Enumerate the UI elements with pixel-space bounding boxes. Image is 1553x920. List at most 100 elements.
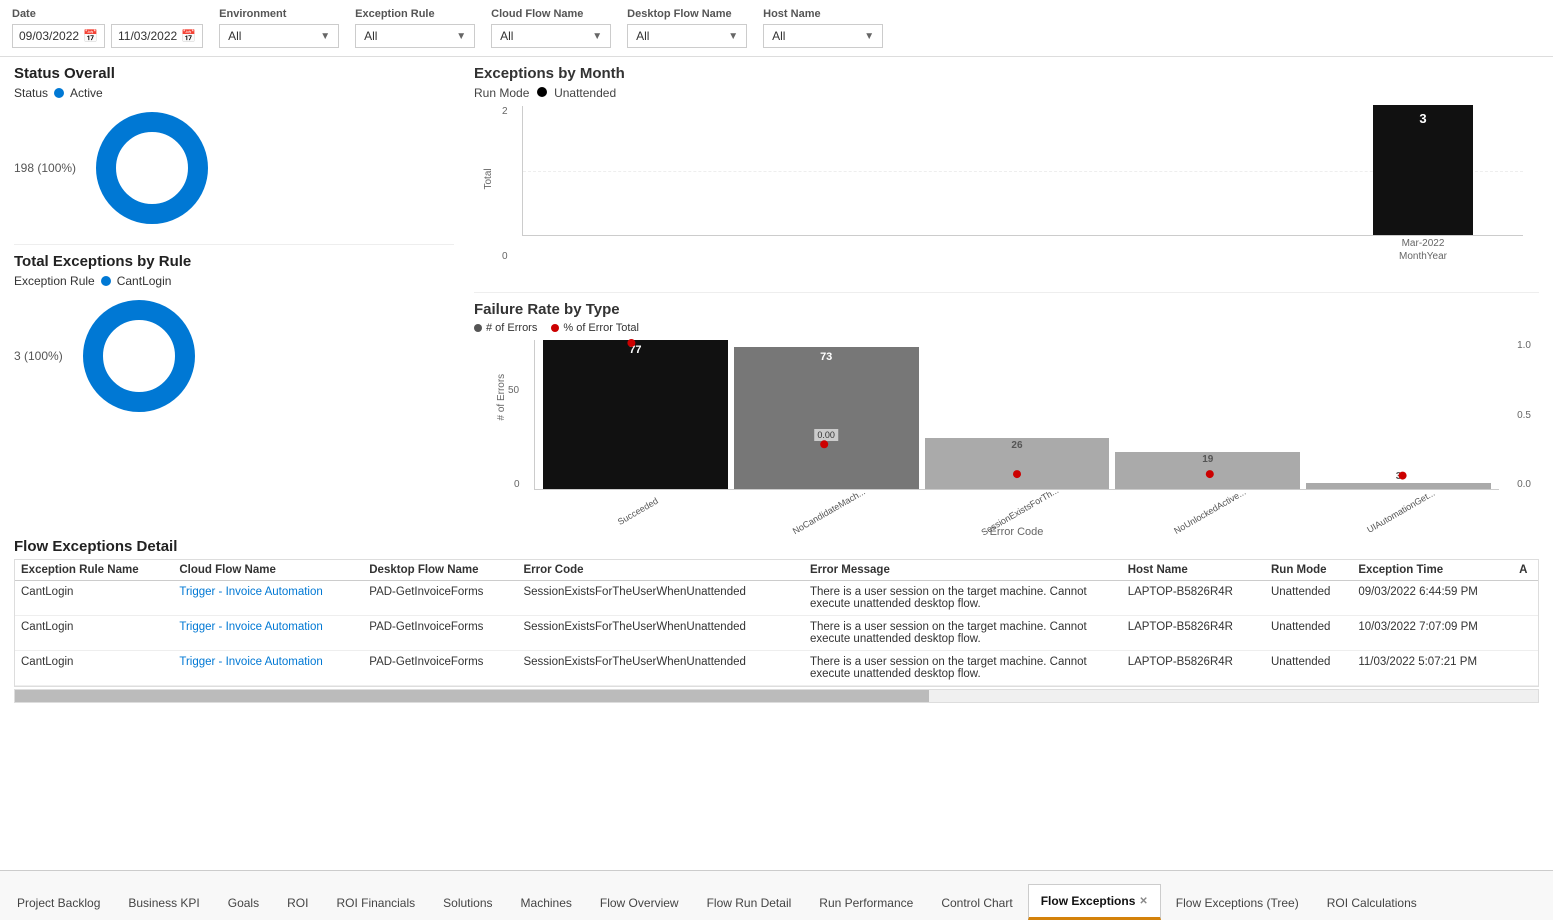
tab-label: Machines [521,896,572,910]
tab-label: Goals [228,896,259,910]
cell-cloud-flow[interactable]: Trigger - Invoice Automation [173,651,363,686]
cell-exception-rule: CantLogin [15,581,173,616]
date-start-value: 09/03/2022 [19,29,79,43]
tab-flow-run-detail[interactable]: Flow Run Detail [694,884,805,920]
col-desktop-flow: Desktop Flow Name [363,560,517,581]
col-a: A [1513,560,1538,581]
x-axis-monthyear: MonthYear [1373,251,1473,262]
failure-y-label: # of Errors [496,374,507,421]
tab-roi-calculations[interactable]: ROI Calculations [1314,884,1430,920]
run-mode-value: Unattended [554,86,616,100]
exceptions-by-month-section: Exceptions by Month Run Mode Unattended … [474,65,1539,293]
tab-close-icon[interactable]: ✕ [1139,896,1147,907]
cloud-flow-filter-group: Cloud Flow Name All ▼ [491,8,611,48]
cell-cloud-flow[interactable]: Trigger - Invoice Automation [173,616,363,651]
tab-business-kpi[interactable]: Business KPI [115,884,212,920]
tab-roi-financials[interactable]: ROI Financials [323,884,428,920]
legend-errors: # of Errors [474,322,537,334]
host-name-filter-group: Host Name All ▼ [763,8,883,48]
desktop-flow-label: Desktop Flow Name [627,8,747,20]
x-tick-mar2022: Mar-2022 MonthYear [1373,238,1473,262]
right-y-0: 0.0 [1517,479,1531,490]
environment-dropdown[interactable]: All ▼ [219,24,339,48]
cell-run-mode: Unattended [1265,616,1352,651]
right-y-05: 0.5 [1517,410,1531,421]
tab-label: Control Chart [941,896,1012,910]
date-filter-group: Date 09/03/2022 📅 11/03/2022 📅 [12,8,203,48]
chevron-down-icon: ▼ [592,31,602,42]
tab-control-chart[interactable]: Control Chart [928,884,1025,920]
tab-goals[interactable]: Goals [215,884,272,920]
desktop-flow-value: All [636,29,649,43]
bar-succeeded-value: 77 [629,344,641,356]
status-label: Status [14,86,48,100]
cell-error-message: There is a user session on the target ma… [804,581,1122,616]
tab-solutions[interactable]: Solutions [430,884,505,920]
tab-project-backlog[interactable]: Project Backlog [4,884,113,920]
cell-run-mode: Unattended [1265,651,1352,686]
bar-nocandidatemach: 73 0.00 NoCandidateMach... [734,340,919,489]
status-overall-section: Status Overall Status Active 198 (100%) [14,65,454,245]
col-error-code: Error Code [517,560,804,581]
errors-legend-label: # of Errors [486,322,537,334]
cell-error-code: SessionExistsForTheUserWhenUnattended [517,651,804,686]
cell-error-message: There is a user session on the target ma… [804,651,1122,686]
flow-exceptions-detail-section: Flow Exceptions Detail Exception Rule Na… [14,538,1539,703]
col-error-message: Error Message [804,560,1122,581]
rule-donut-chart [79,296,199,416]
cell-desktop-flow: PAD-GetInvoiceForms [363,581,517,616]
rule-dot [101,276,111,286]
tab-roi[interactable]: ROI [274,884,321,920]
right-charts-column: Exceptions by Month Run Mode Unattended … [474,65,1539,530]
host-name-label: Host Name [763,8,883,20]
failure-rate-section: Failure Rate by Type # of Errors % of Er… [474,293,1539,490]
flow-exceptions-table-wrapper[interactable]: Exception Rule Name Cloud Flow Name Desk… [14,559,1539,687]
exceptions-month-title: Exceptions by Month [474,65,1539,82]
tab-bar: Project Backlog Business KPI Goals ROIROI F… [0,870,1553,920]
month-bar-value: 3 [1419,111,1426,126]
cloud-flow-dropdown[interactable]: All ▼ [491,24,611,48]
tab-label: Run Performance [819,896,913,910]
date-end-input[interactable]: 11/03/2022 📅 [111,24,203,48]
right-y-1: 1.0 [1517,340,1531,351]
cell-a [1513,651,1538,686]
tab-label: Project Backlog [17,896,100,910]
cell-cloud-flow[interactable]: Trigger - Invoice Automation [173,581,363,616]
chevron-down-icon: ▼ [864,31,874,42]
desktop-flow-dropdown[interactable]: All ▼ [627,24,747,48]
y-axis-label-total: Total [483,168,494,189]
horizontal-scrollbar[interactable] [14,689,1539,703]
table-row[interactable]: CantLogin Trigger - Invoice Automation P… [15,616,1538,651]
tab-flow-exceptions[interactable]: Flow Exceptions✕ [1028,884,1161,920]
tab-label: Business KPI [128,896,199,910]
right-y-axis: 1.0 0.5 0.0 [1517,340,1531,490]
tab-flow-exceptions-tree[interactable]: Flow Exceptions (Tree) [1163,884,1312,920]
chevron-down-icon: ▼ [728,31,738,42]
failure-rate-title: Failure Rate by Type [474,301,1539,318]
status-overall-title: Status Overall [14,65,454,82]
chevron-down-icon: ▼ [456,31,466,42]
col-exception-rule: Exception Rule Name [15,560,173,581]
tab-flow-overview[interactable]: Flow Overview [587,884,692,920]
cloud-flow-value: All [500,29,513,43]
exception-rule-filter-group: Exception Rule All ▼ [355,8,475,48]
table-row[interactable]: CantLogin Trigger - Invoice Automation P… [15,651,1538,686]
exception-rule-dropdown[interactable]: All ▼ [355,24,475,48]
tab-label: Flow Overview [600,896,679,910]
host-name-dropdown[interactable]: All ▼ [763,24,883,48]
tab-run-performance[interactable]: Run Performance [806,884,926,920]
environment-filter-group: Environment All ▼ [219,8,339,48]
exceptions-rule-title: Total Exceptions by Rule [14,253,454,270]
calendar-end-icon: 📅 [181,29,196,43]
date-start-input[interactable]: 09/03/2022 📅 [12,24,105,48]
bar-nounlocked: 19 NoUnlockedActive... [1115,340,1300,489]
y-tick-50: 50 [508,385,519,396]
table-row[interactable]: CantLogin Trigger - Invoice Automation P… [15,581,1538,616]
calendar-start-icon: 📅 [83,29,98,43]
rule-value: CantLogin [117,274,172,288]
errors-legend-dot [474,324,482,332]
y-tick-2: 2 [502,106,508,117]
cell-exception-rule: CantLogin [15,616,173,651]
tab-machines[interactable]: Machines [508,884,585,920]
cell-exception-time: 11/03/2022 5:07:21 PM [1352,651,1513,686]
